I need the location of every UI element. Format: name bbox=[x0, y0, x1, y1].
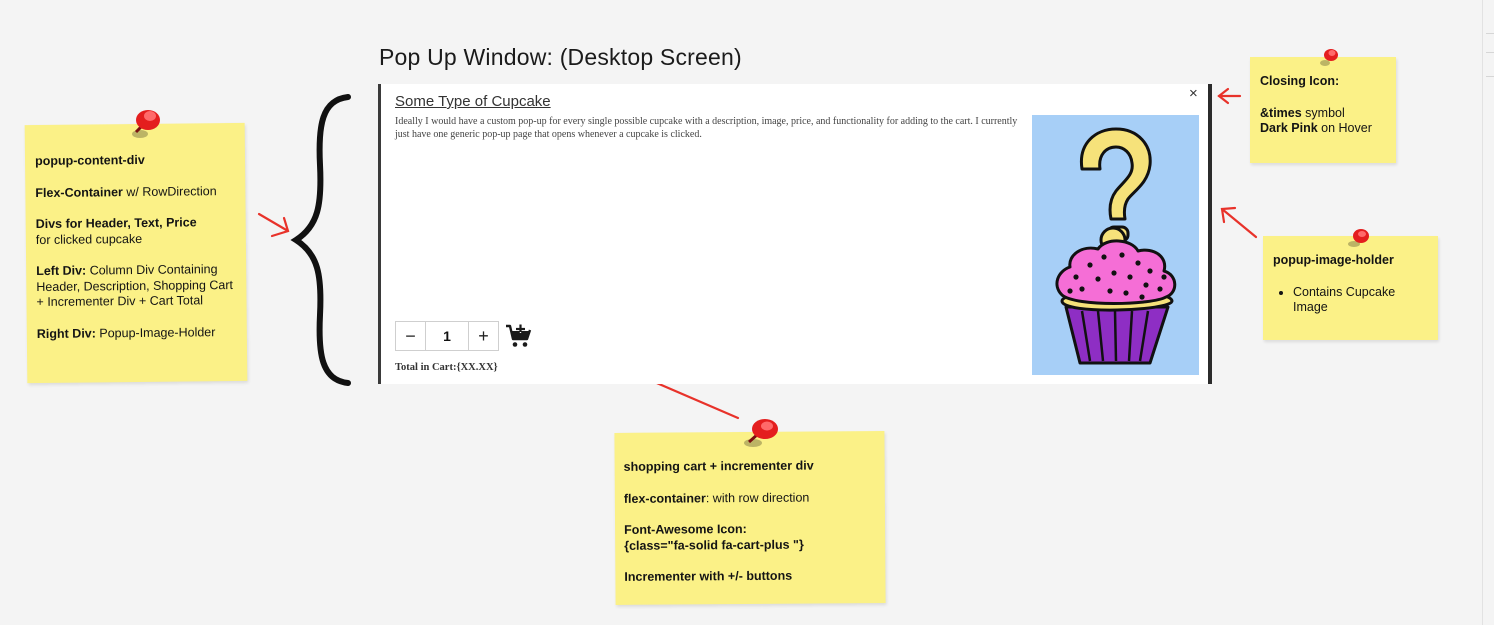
note-text: &times bbox=[1260, 105, 1302, 120]
cart-total: Total in Cart:{XX.XX} bbox=[395, 362, 498, 373]
popup-window: Some Type of Cupcake Ideally I would hav… bbox=[378, 84, 1212, 384]
cupcake-question-image bbox=[1055, 127, 1177, 365]
note-text: Incrementer with +/- buttons bbox=[624, 568, 793, 584]
note-text: flex-container bbox=[623, 490, 706, 506]
note-closing-icon: Closing Icon: &times symbol Dark Pink on… bbox=[1250, 57, 1396, 163]
note-text: Right Div: bbox=[36, 325, 96, 341]
note-text: Divs for Header, Text, Price bbox=[35, 215, 197, 232]
note-text: Popup-Image-Holder bbox=[95, 324, 216, 340]
note-popup-content-div: popup-content-div Flex-Container w/ RowD… bbox=[24, 122, 248, 384]
arrow-closing-note bbox=[1217, 87, 1242, 105]
pushpin-icon bbox=[744, 419, 778, 447]
popup-header: Some Type of Cupcake bbox=[395, 93, 551, 110]
note-text: w/ RowDirection bbox=[122, 183, 217, 199]
arrow-image-note bbox=[1220, 206, 1258, 239]
note-title: shopping cart + incrementer div bbox=[623, 458, 814, 474]
quantity-incrementer: − 1 + bbox=[395, 321, 499, 351]
note-text: : with row direction bbox=[705, 490, 810, 505]
note-shopping-cart-incrementer: shopping cart + incrementer div flex-con… bbox=[614, 431, 886, 605]
quantity-value[interactable]: 1 bbox=[425, 322, 469, 350]
popup-image-holder bbox=[1032, 115, 1199, 375]
note-text: Font-Awesome Icon: bbox=[624, 522, 747, 537]
cart-plus-icon[interactable] bbox=[505, 323, 533, 349]
note-text: Left Div: bbox=[36, 263, 87, 279]
decrement-button[interactable]: − bbox=[396, 322, 425, 350]
arrow-left-note bbox=[257, 212, 290, 238]
curly-brace bbox=[290, 94, 351, 386]
note-title: popup-content-div bbox=[34, 152, 145, 169]
close-icon[interactable]: × bbox=[1189, 86, 1198, 102]
popup-description: Ideally I would have a custom pop-up for… bbox=[395, 116, 1018, 140]
popup-content-left: Some Type of Cupcake Ideally I would hav… bbox=[393, 84, 1023, 384]
note-title: Closing Icon: bbox=[1260, 74, 1340, 88]
note-text: on Hover bbox=[1317, 121, 1372, 135]
increment-button[interactable]: + bbox=[469, 322, 498, 350]
note-title: popup-image-holder bbox=[1273, 253, 1394, 267]
note-text: for clicked cupcake bbox=[35, 231, 143, 247]
pushpin-icon bbox=[1320, 49, 1338, 66]
note-text: Dark Pink bbox=[1260, 121, 1318, 135]
pushpin-icon bbox=[132, 110, 160, 138]
note-text: Flex-Container bbox=[35, 184, 123, 200]
note-text: {class="fa-solid fa-cart-plus "} bbox=[624, 537, 804, 553]
note-popup-image-holder: popup-image-holder Contains Cupcake Imag… bbox=[1263, 236, 1438, 340]
pushpin-icon bbox=[1348, 229, 1369, 247]
note-text: symbol bbox=[1301, 105, 1345, 120]
note-bullet: Contains Cupcake Image bbox=[1293, 285, 1428, 316]
